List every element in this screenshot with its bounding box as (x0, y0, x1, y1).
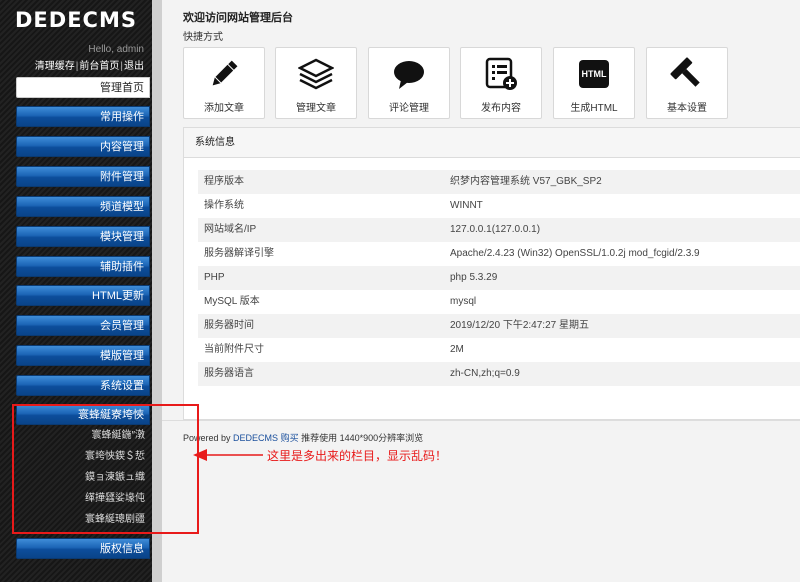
menu-html-update[interactable]: HTML更新 (16, 285, 150, 306)
info-key: PHP (204, 272, 225, 283)
pencil-icon (184, 57, 264, 91)
info-key: 程序版本 (204, 176, 244, 187)
info-key: 网站域名/IP (204, 224, 257, 235)
info-value: 2M (450, 344, 464, 355)
shortcut-label: 基本设置 (667, 103, 707, 114)
page-title: 欢迎访问网站管理后台 (183, 12, 293, 24)
table-row: 程序版本 织梦内容管理系统 V57_GBK_SP2 (198, 170, 800, 194)
info-value: zh-CN,zh;q=0.9 (450, 368, 520, 379)
info-key: 服务器解译引擎 (204, 248, 274, 259)
system-info-table: 程序版本 织梦内容管理系统 V57_GBK_SP2 操作系统 WINNT 网站域名/… (198, 170, 800, 386)
info-value: mysql (450, 296, 477, 307)
table-row: 服务器时间 2019/12/20 下午2:47:27 星期五 (198, 314, 800, 338)
menu-system[interactable]: 系统设置 (16, 375, 150, 396)
info-value: 2019/12/20 下午2:47:27 星期五 (450, 320, 589, 331)
footer-buy-link[interactable]: 购买 (281, 433, 299, 443)
shortcut-label: 发布内容 (481, 103, 521, 114)
info-value: Apache/2.4.23 (Win32) OpenSSL/1.0.2j mod… (450, 248, 700, 259)
footer-suffix: 推荐使用 1440*900分辨率浏览 (301, 433, 424, 443)
info-value: 127.0.0.1(127.0.0.1) (450, 224, 541, 235)
shortcut-generate-html[interactable]: HTML 生成HTML (553, 47, 635, 119)
shortcut-publish[interactable]: 发布内容 (460, 47, 542, 119)
html-icon: HTML (554, 57, 634, 91)
system-info-title: 系统信息 (184, 128, 800, 158)
info-value: WINNT (450, 200, 483, 211)
top-links: 清理缓存|前台首页|退出 (34, 61, 144, 72)
table-row: PHP php 5.3.29 (198, 266, 800, 290)
shortcut-manage-articles[interactable]: 管理文章 (275, 47, 357, 119)
menu-template[interactable]: 模版管理 (16, 345, 150, 366)
hammer-icon (647, 57, 727, 91)
menu-plugins[interactable]: 辅助插件 (16, 256, 150, 277)
annotation-arrow-icon (193, 449, 263, 461)
menu-content[interactable]: 内容管理 (16, 136, 150, 157)
menu-home[interactable]: 管理首页 (16, 77, 150, 98)
shortcut-label: 评论管理 (389, 103, 429, 114)
table-row: MySQL 版本 mysql (198, 290, 800, 314)
annotation-note: 这里是多出来的栏目，显示乱码！ (267, 449, 448, 463)
footer: Powered by DEDECMS 购买 推荐使用 1440*900分辨率浏览 (183, 431, 423, 444)
table-row: 服务器语言 zh-CN,zh;q=0.9 (198, 362, 800, 386)
info-key: 当前附件尺寸 (204, 344, 264, 355)
menu-common[interactable]: 常用操作 (16, 106, 150, 127)
greeting: Hello, admin (88, 44, 144, 55)
frontpage-link[interactable]: 前台首页 (79, 61, 119, 72)
system-info-panel: 系统信息 程序版本 织梦内容管理系统 V57_GBK_SP2 操作系统 WINNT … (183, 127, 800, 420)
info-key: 服务器时间 (204, 320, 254, 331)
shortcut-label: 管理文章 (296, 103, 336, 114)
publish-icon (461, 57, 541, 91)
menu-copyright[interactable]: 版权信息 (16, 538, 150, 559)
menu-member[interactable]: 会员管理 (16, 315, 150, 336)
info-key: 服务器语言 (204, 368, 254, 379)
table-row: 当前附件尺寸 2M (198, 338, 800, 362)
shortcut-comments[interactable]: 评论管理 (368, 47, 450, 119)
footer-brand-link[interactable]: DEDECMS (233, 433, 278, 443)
shortcut-add-article[interactable]: 添加文章 (183, 47, 265, 119)
logout-link[interactable]: 退出 (124, 61, 144, 72)
table-row: 网站域名/IP 127.0.0.1(127.0.0.1) (198, 218, 800, 242)
main-panel: 欢迎访问网站管理后台 快捷方式 添加文章 管理文章 评论管理 发布内容 HTML… (162, 0, 800, 582)
table-row: 服务器解译引擎 Apache/2.4.23 (Win32) OpenSSL/1.0… (198, 242, 800, 266)
shortcut-basic-settings[interactable]: 基本设置 (646, 47, 728, 119)
info-value: php 5.3.29 (450, 272, 498, 283)
logo: DEDECMS (15, 8, 137, 32)
shortcut-label: 添加文章 (204, 103, 244, 114)
menu-channel-model[interactable]: 频道模型 (16, 196, 150, 217)
menu-attachment[interactable]: 附件管理 (16, 166, 150, 187)
menu-module[interactable]: 模块管理 (16, 226, 150, 247)
shortcuts-label: 快捷方式 (183, 32, 223, 43)
info-key: 操作系统 (204, 200, 244, 211)
info-value: 织梦内容管理系统 V57_GBK_SP2 (450, 176, 602, 187)
comment-icon (369, 57, 449, 91)
html-icon-badge: HTML (579, 60, 609, 88)
shortcut-label: 生成HTML (570, 103, 618, 114)
annotation-box (12, 404, 199, 534)
table-row: 操作系统 WINNT (198, 194, 800, 218)
clear-cache-link[interactable]: 清理缓存 (35, 61, 75, 72)
info-key: MySQL 版本 (204, 296, 260, 307)
footer-divider (162, 420, 800, 421)
stack-icon (276, 57, 356, 91)
